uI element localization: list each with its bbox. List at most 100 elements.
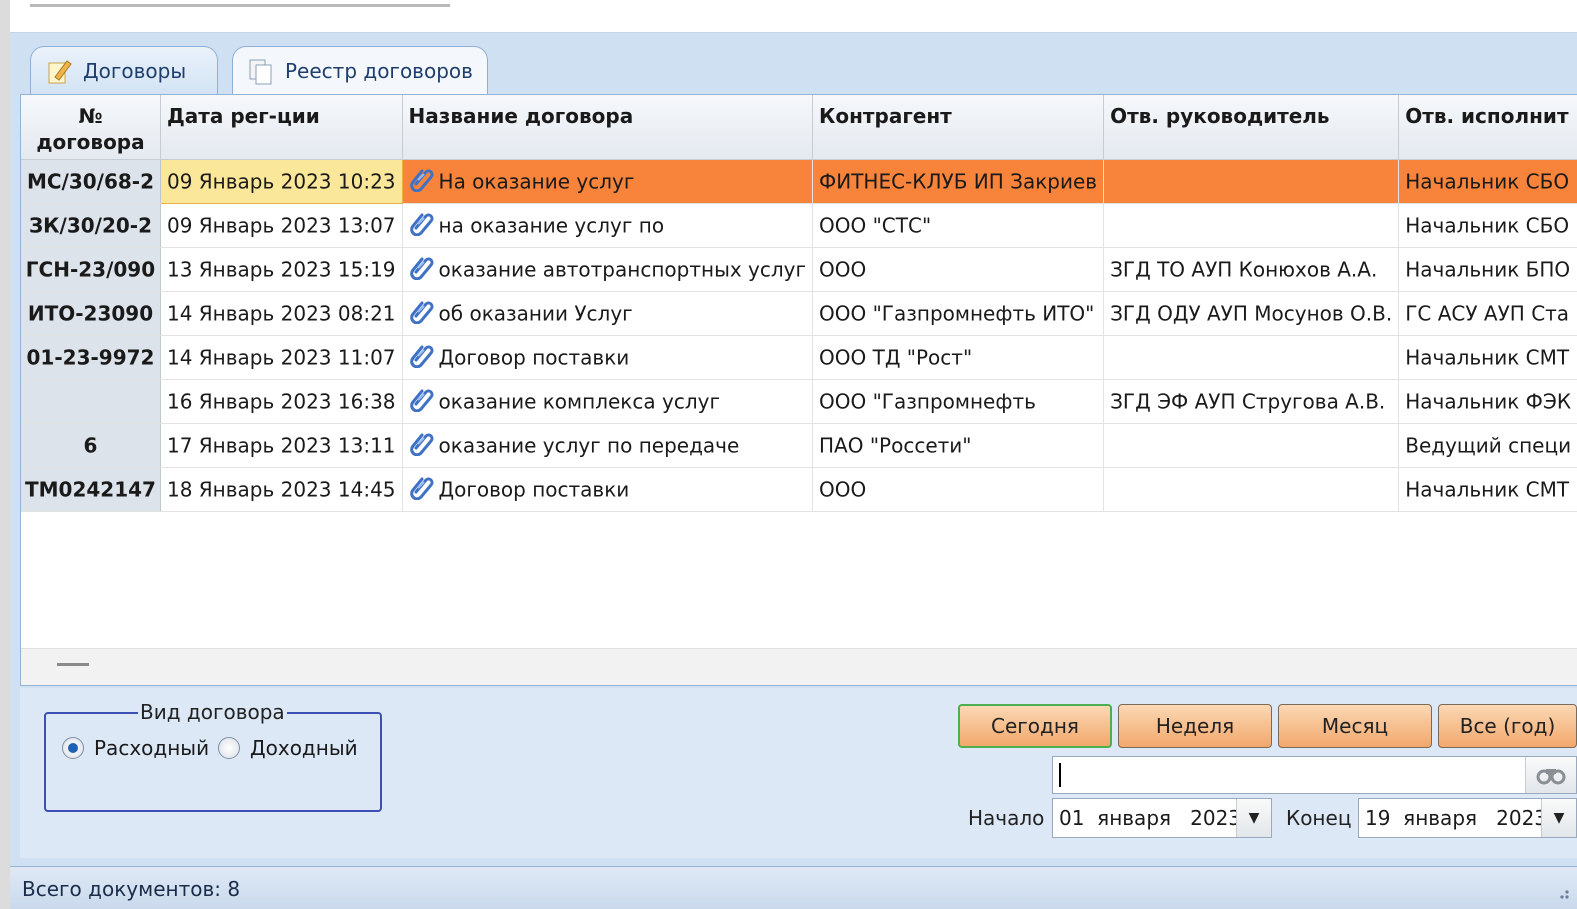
column-header-head[interactable]: Отв. руководитель <box>1103 95 1400 160</box>
contract-name-cell[interactable]: Договор поставки <box>402 467 814 512</box>
contractor-cell[interactable]: ООО "СТС" <box>812 203 1105 248</box>
contractor-cell[interactable]: ПАО "Россети" <box>812 423 1105 468</box>
contract-number-cell[interactable]: МС/30/68-2 <box>21 159 161 204</box>
contractor-cell-text: ООО <box>819 477 867 502</box>
registration-date-cell[interactable]: 14 Январь 2023 11:07 <box>160 335 403 380</box>
registration-date-cell-text: 13 Январь 2023 15:19 <box>166 257 396 282</box>
column-header-date[interactable]: Дата рег-ции <box>160 95 403 160</box>
responsible-head-cell[interactable] <box>1103 423 1400 468</box>
responsible-executor-cell-text: Начальник СБО <box>1405 213 1570 238</box>
table-row[interactable]: МС/30/68-2 09 Январь 2023 10:23 На оказани… <box>21 158 1577 204</box>
contract-number-cell[interactable] <box>21 379 161 424</box>
contract-number-cell[interactable]: ЗК/30/20-2 <box>21 203 161 248</box>
radio-income-indicator[interactable] <box>218 737 240 759</box>
tab-contracts-registry[interactable]: Реестр договоров <box>232 46 488 94</box>
registration-date-cell-text: 14 Январь 2023 11:07 <box>166 345 396 370</box>
contractor-cell[interactable]: ООО ТД "Рост" <box>812 335 1105 380</box>
responsible-head-cell[interactable] <box>1103 467 1400 512</box>
radio-expense[interactable]: Расходный <box>62 736 209 760</box>
contractor-cell[interactable]: ООО <box>812 467 1105 512</box>
column-header-contractor[interactable]: Контрагент <box>812 95 1105 160</box>
contract-number-cell[interactable]: ТМ0242147 <box>21 467 161 512</box>
contract-number-cell[interactable]: 6 <box>21 423 161 468</box>
contract-name-cell[interactable]: оказание комплекса услуг <box>402 379 814 424</box>
responsible-executor-cell[interactable]: Начальник СМТ <box>1398 467 1577 512</box>
contract-type-group: Вид договора Расходный Доходный <box>44 700 382 812</box>
table-row[interactable]: ИТО-23090 14 Январь 2023 08:21 об оказании… <box>21 291 1577 336</box>
table-row[interactable]: 01-23-9972 14 Январь 2023 11:07 Договор по… <box>21 335 1577 380</box>
responsible-head-cell[interactable] <box>1103 335 1400 380</box>
registration-date-cell[interactable]: 14 Январь 2023 08:21 <box>160 291 403 336</box>
table-row[interactable]: ТМ0242147 18 Январь 2023 14:45 Договор пос… <box>21 467 1577 512</box>
responsible-executor-cell-text: Начальник СМТ <box>1405 345 1570 370</box>
scrollbar-thumb[interactable] <box>57 663 89 666</box>
search-button[interactable] <box>1525 757 1576 793</box>
responsible-executor-cell[interactable]: ГС АСУ АУП Ста <box>1398 291 1577 336</box>
resize-grip-icon[interactable] <box>1551 881 1571 901</box>
column-header-number[interactable]: № договора <box>21 95 161 160</box>
registration-date-cell-text: 14 Январь 2023 08:21 <box>166 301 396 326</box>
responsible-executor-cell[interactable]: Начальник СБО <box>1398 203 1577 248</box>
responsible-head-cell[interactable]: ЗГД ЭФ АУП Стругова А.В. <box>1103 379 1400 424</box>
contract-name-cell[interactable]: оказание автотранспортных услуг <box>402 247 814 292</box>
responsible-executor-cell-text: Начальник СМТ <box>1405 477 1570 502</box>
contractor-cell-text: ООО "Газпромнефть <box>819 389 1036 414</box>
contractor-cell[interactable]: ФИТНЕС-КЛУБ ИП Закриев <box>812 159 1105 204</box>
contracts-grid[interactable]: № договора Дата рег-ции Название договор… <box>20 94 1577 686</box>
today-button[interactable]: Сегодня <box>958 704 1112 748</box>
table-row[interactable]: 16 Январь 2023 16:38 оказание комплекса у… <box>21 379 1577 424</box>
start-date-picker[interactable]: 01 января 2023 ▼ <box>1052 798 1272 838</box>
registration-date-cell[interactable]: 18 Январь 2023 14:45 <box>160 467 403 512</box>
registration-date-cell[interactable]: 09 Январь 2023 10:23 <box>159 158 403 204</box>
contract-number-cell[interactable]: ИТО-23090 <box>21 291 161 336</box>
chevron-down-icon[interactable]: ▼ <box>1541 799 1576 837</box>
responsible-executor-cell[interactable]: Начальник СМТ <box>1398 335 1577 380</box>
tab-contracts[interactable]: Договоры <box>30 46 218 94</box>
chevron-down-icon[interactable]: ▼ <box>1236 799 1271 837</box>
responsible-head-cell[interactable]: ЗГД ТО АУП Конюхов А.А. <box>1103 247 1400 292</box>
contract-number-cell[interactable]: ГСН-23/090 <box>21 247 161 292</box>
registration-date-cell[interactable]: 13 Январь 2023 15:19 <box>160 247 403 292</box>
responsible-executor-cell[interactable]: Начальник БПО <box>1398 247 1577 292</box>
contract-name-cell[interactable]: Договор поставки <box>402 335 814 380</box>
responsible-head-cell[interactable] <box>1103 159 1400 204</box>
table-row[interactable]: ГСН-23/090 13 Январь 2023 15:19 оказание а… <box>21 247 1577 292</box>
search-input[interactable] <box>1052 756 1577 794</box>
contract-name-cell[interactable]: На оказание услуг <box>402 159 814 204</box>
paperclip-icon <box>409 430 435 457</box>
contract-name-cell[interactable]: оказание услуг по передаче <box>402 423 814 468</box>
contractor-cell[interactable]: ООО "Газпромнефть <box>812 379 1105 424</box>
status-bar: Всего документов: 8 <box>10 866 1577 909</box>
end-date-picker[interactable]: 19 января 2023 ▼ <box>1358 798 1577 838</box>
horizontal-scrollbar[interactable] <box>21 648 1577 685</box>
column-header-executor[interactable]: Отв. исполнит <box>1398 95 1577 160</box>
registration-date-cell[interactable]: 09 Январь 2023 13:07 <box>160 203 403 248</box>
start-date-value: 01 января 2023 <box>1059 806 1242 830</box>
contractor-cell[interactable]: ООО <box>812 247 1105 292</box>
contractor-cell[interactable]: ООО "Газпромнефть ИТО" <box>812 291 1105 336</box>
column-header-name[interactable]: Название договора <box>402 95 814 160</box>
week-button[interactable]: Неделя <box>1118 704 1272 748</box>
responsible-executor-cell-text: ГС АСУ АУП Ста <box>1405 301 1570 326</box>
month-button[interactable]: Месяц <box>1278 704 1432 748</box>
contracts-table: № договора Дата рег-ции Название договор… <box>21 95 1577 512</box>
responsible-executor-cell[interactable]: Начальник СБО <box>1398 159 1577 204</box>
contract-number-cell-text: 6 <box>83 433 98 458</box>
table-row[interactable]: ЗК/30/20-2 09 Январь 2023 13:07 на оказани… <box>21 203 1577 248</box>
contract-number-cell[interactable]: 01-23-9972 <box>21 335 161 380</box>
registration-date-cell[interactable]: 16 Январь 2023 16:38 <box>160 379 403 424</box>
radio-expense-indicator[interactable] <box>62 737 84 759</box>
responsible-head-cell[interactable]: ЗГД ОДУ АУП Мосунов О.В. <box>1103 291 1400 336</box>
radio-income[interactable]: Доходный <box>218 736 358 760</box>
table-row[interactable]: 6 17 Январь 2023 13:11 оказание услуг по п… <box>21 423 1577 468</box>
responsible-executor-cell[interactable]: Ведущий специ <box>1398 423 1577 468</box>
contract-name-cell[interactable]: на оказание услуг по <box>402 203 814 248</box>
registration-date-cell[interactable]: 17 Январь 2023 13:11 <box>160 423 403 468</box>
tab-contracts-label: Договоры <box>83 58 187 83</box>
contract-name-cell[interactable]: об оказании Услуг <box>402 291 814 336</box>
all-year-button[interactable]: Все (год) <box>1438 704 1577 748</box>
responsible-executor-cell[interactable]: Начальник ФЭК <box>1398 379 1577 424</box>
responsible-head-cell[interactable] <box>1103 203 1400 248</box>
registration-date-cell-text: 18 Январь 2023 14:45 <box>166 477 396 502</box>
contract-number-cell-text: 01-23-9972 <box>26 345 155 370</box>
